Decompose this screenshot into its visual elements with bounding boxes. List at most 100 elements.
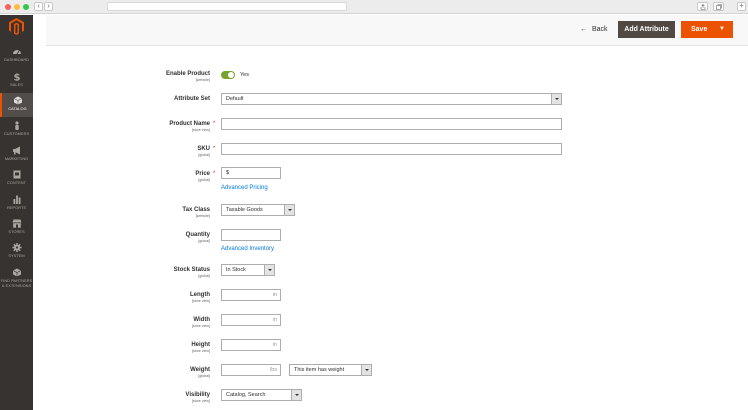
svg-text:$: $ xyxy=(13,73,20,82)
attribute-set-label: Attribute Set xyxy=(174,96,210,102)
product-name-input[interactable] xyxy=(221,118,562,130)
back-button[interactable]: ← Back xyxy=(580,25,608,35)
partners-icon xyxy=(12,268,21,277)
catalog-icon xyxy=(13,96,22,105)
has-weight-select[interactable]: This item has weight xyxy=(289,364,372,376)
attribute-set-value: Default xyxy=(226,96,244,102)
width-label: Width xyxy=(193,317,210,323)
tax-class-value: Taxable Goods xyxy=(226,207,263,213)
chevron-down-icon xyxy=(551,94,561,104)
stock-status-select[interactable]: In Stock xyxy=(221,264,275,276)
chevron-down-icon xyxy=(264,265,274,275)
sidebar-item-label: Stores xyxy=(8,229,25,234)
sidebar-item-label: Content xyxy=(6,180,27,185)
content-icon xyxy=(13,170,20,179)
add-attribute-button[interactable]: Add Attribute xyxy=(618,21,675,38)
tax-class-select[interactable]: Taxable Goods xyxy=(221,204,295,216)
currency-symbol: $ xyxy=(226,170,230,176)
tabs-overview-icon[interactable] xyxy=(713,2,724,11)
share-icon[interactable] xyxy=(697,2,708,11)
window-zoom-button[interactable] xyxy=(23,4,29,10)
sidebar-item-label: Sales xyxy=(10,82,23,87)
price-label: Price xyxy=(195,171,210,177)
sidebar-item-sales[interactable]: $ Sales xyxy=(0,69,33,93)
height-input[interactable]: in xyxy=(221,339,281,351)
weight-input[interactable]: lbs xyxy=(221,364,281,376)
quantity-label: Quantity xyxy=(185,232,210,238)
new-tab-icon[interactable]: + xyxy=(737,2,746,11)
visibility-value: Catalog, Search xyxy=(226,392,266,398)
visibility-select[interactable]: Catalog, Search xyxy=(221,389,302,401)
product-name-scope: [store view] xyxy=(191,128,210,132)
sidebar-item-content[interactable]: Content xyxy=(0,167,33,191)
visibility-label: Visibility xyxy=(185,392,210,398)
sku-input[interactable] xyxy=(221,143,562,155)
length-unit: in xyxy=(272,292,277,298)
sidebar-item-customers[interactable]: Customers xyxy=(0,118,33,142)
save-button[interactable]: Save ▼ xyxy=(681,21,733,38)
chevron-down-icon xyxy=(291,390,301,400)
price-scope: [global] xyxy=(198,178,210,182)
magento-logo-icon[interactable] xyxy=(9,18,24,35)
width-input[interactable]: in xyxy=(221,314,281,326)
bar-chart-icon xyxy=(13,195,20,204)
price-input[interactable]: $ xyxy=(221,167,281,179)
sidebar-item-catalog[interactable]: Catalog xyxy=(0,93,33,117)
visibility-scope: [store view] xyxy=(191,399,210,403)
advanced-inventory-link[interactable]: Advanced Inventory xyxy=(221,246,274,253)
tax-class-scope: [website] xyxy=(195,214,210,218)
enable-product-label: Enable Product xyxy=(165,71,210,77)
enable-product-scope: [website] xyxy=(195,78,210,82)
save-button-label: Save xyxy=(691,26,708,33)
sku-scope: [global] xyxy=(198,153,210,157)
sku-label: SKU xyxy=(197,146,210,152)
weight-label: Weight xyxy=(190,367,210,373)
height-unit: in xyxy=(272,342,277,348)
height-label: Height xyxy=(191,342,210,348)
width-scope: [store view] xyxy=(191,324,210,328)
chevron-down-icon xyxy=(361,365,371,375)
browser-forward-icon[interactable]: › xyxy=(44,2,53,11)
megaphone-icon xyxy=(12,146,20,155)
back-button-label: Back xyxy=(592,26,608,33)
sidebar-item-system[interactable]: System xyxy=(0,240,33,264)
address-bar[interactable] xyxy=(107,2,347,11)
quantity-scope: [global] xyxy=(198,239,210,243)
enable-product-value: Yes xyxy=(240,72,249,78)
length-scope: [store view] xyxy=(191,299,210,303)
length-input[interactable]: in xyxy=(221,289,281,301)
sidebar-item-label: Catalog xyxy=(8,106,27,111)
arrow-left-icon: ← xyxy=(580,26,587,33)
admin-sidebar: Dashboard $ Sales Catalog Customers Mark… xyxy=(0,15,33,410)
advanced-pricing-link[interactable]: Advanced Pricing xyxy=(221,185,268,192)
sidebar-item-label: System xyxy=(8,253,25,258)
required-marker: * xyxy=(213,146,216,152)
width-unit: in xyxy=(272,317,277,323)
weight-scope: [global] xyxy=(198,374,210,378)
sidebar-item-reports[interactable]: Reports xyxy=(0,192,33,216)
required-marker: * xyxy=(213,171,216,177)
sidebar-item-marketing[interactable]: Marketing xyxy=(0,143,33,167)
length-label: Length xyxy=(190,292,210,298)
dashboard-icon xyxy=(12,50,21,55)
stock-status-value: In Stock xyxy=(226,267,246,273)
sidebar-item-label: Reports xyxy=(6,205,27,210)
sidebar-item-partners[interactable]: Find Partners & Extensions xyxy=(0,265,33,295)
sidebar-item-stores[interactable]: Stores xyxy=(0,216,33,240)
sidebar-item-dashboard[interactable]: Dashboard xyxy=(0,44,33,68)
sidebar-item-label: Dashboard xyxy=(3,57,30,62)
quantity-input[interactable] xyxy=(221,229,281,241)
weight-unit: lbs xyxy=(269,367,277,373)
height-scope: [store view] xyxy=(191,349,210,353)
stock-status-label: Stock Status xyxy=(173,267,210,273)
chevron-down-icon xyxy=(284,205,294,215)
browser-toolbar: ‹ › + xyxy=(0,0,748,14)
attribute-set-select[interactable]: Default xyxy=(221,93,562,105)
stock-status-scope: [global] xyxy=(198,274,210,278)
browser-back-icon[interactable]: ‹ xyxy=(34,2,43,11)
tax-class-label: Tax Class xyxy=(182,207,210,213)
caret-down-icon[interactable]: ▼ xyxy=(719,21,725,38)
window-close-button[interactable] xyxy=(5,4,11,10)
enable-product-toggle[interactable] xyxy=(221,71,235,79)
window-minimize-button[interactable] xyxy=(14,4,20,10)
